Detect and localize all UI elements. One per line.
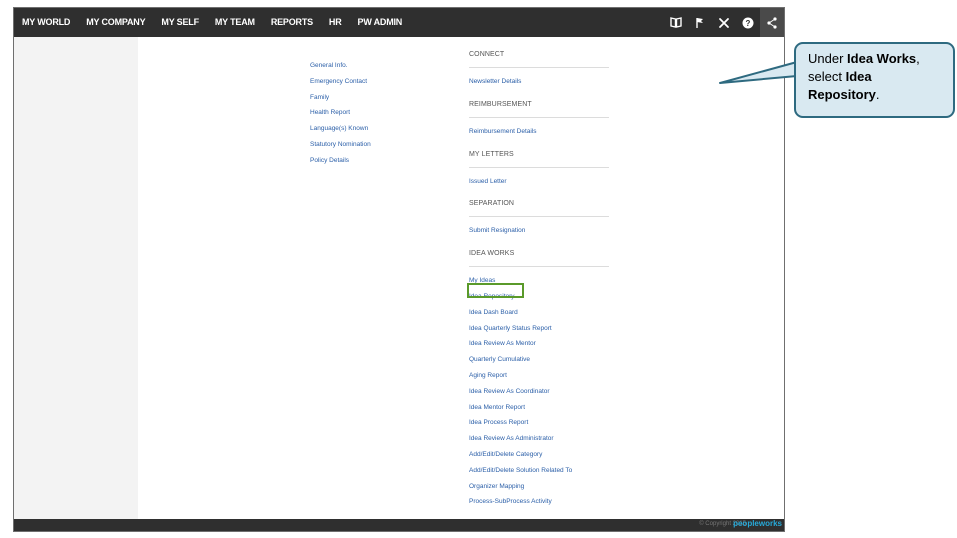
link-idea-quarterly-status-report[interactable]: Idea Quarterly Status Report <box>469 321 611 337</box>
app-window: MY WORLD MY COMPANY MY SELF MY TEAM REPO… <box>13 7 785 532</box>
link-add-edit-delete-category[interactable]: Add/Edit/Delete Category <box>469 447 611 463</box>
nav-reports[interactable]: REPORTS <box>263 8 321 37</box>
link-general-info[interactable]: General Info. <box>310 58 371 74</box>
link-issued-letter[interactable]: Issued Letter <box>469 174 611 190</box>
section-header-idea-works: IDEA WORKS <box>469 243 611 268</box>
link-quarterly-cumulative[interactable]: Quarterly Cumulative <box>469 352 611 368</box>
section-header-my-letters: MY LETTERS <box>469 144 611 168</box>
link-aging-report[interactable]: Aging Report <box>469 368 611 384</box>
link-emergency-contact[interactable]: Emergency Contact <box>310 74 371 90</box>
tools-icon[interactable] <box>712 8 736 37</box>
link-idea-review-as-mentor[interactable]: Idea Review As Mentor <box>469 336 611 352</box>
link-idea-process-report[interactable]: Idea Process Report <box>469 415 611 431</box>
footer-bar: © Copyright 2015 peopleworks <box>14 519 784 531</box>
top-nav-bar: MY WORLD MY COMPANY MY SELF MY TEAM REPO… <box>14 8 784 37</box>
instruction-callout: Under Idea Works, select Idea Repository… <box>794 42 955 118</box>
nav-icon-group: ? <box>664 8 784 37</box>
nav-my-self[interactable]: MY SELF <box>153 8 206 37</box>
link-health-report[interactable]: Health Report <box>310 105 371 121</box>
nav-my-team[interactable]: MY TEAM <box>207 8 263 37</box>
nav-pw-admin[interactable]: PW ADMIN <box>350 8 411 37</box>
link-reimbursement-details[interactable]: Reimbursement Details <box>469 124 611 140</box>
section-header-reimbursement: REIMBURSEMENT <box>469 94 611 118</box>
link-idea-review-as-coordinator[interactable]: Idea Review As Coordinator <box>469 384 611 400</box>
link-statutory-nomination[interactable]: Statutory Nomination <box>310 137 371 153</box>
nav-my-company[interactable]: MY COMPANY <box>78 8 153 37</box>
my-self-menu: General Info. Emergency Contact Family H… <box>310 58 371 169</box>
book-icon[interactable] <box>664 8 688 37</box>
svg-text:?: ? <box>746 19 751 28</box>
nav-menu: MY WORLD MY COMPANY MY SELF MY TEAM REPO… <box>14 8 410 37</box>
section-header-connect: CONNECT <box>469 44 611 68</box>
link-idea-review-as-administrator[interactable]: Idea Review As Administrator <box>469 431 611 447</box>
nav-my-world[interactable]: MY WORLD <box>14 8 78 37</box>
left-panel <box>14 37 138 521</box>
link-languages-known[interactable]: Language(s) Known <box>310 121 371 137</box>
link-newsletter-details[interactable]: Newsletter Details <box>469 74 611 90</box>
link-submit-resignation[interactable]: Submit Resignation <box>469 223 611 239</box>
brand-logo: peopleworks <box>733 519 782 528</box>
link-policy-details[interactable]: Policy Details <box>310 153 371 169</box>
link-idea-mentor-report[interactable]: Idea Mentor Report <box>469 400 611 416</box>
link-process-subprocess-activity[interactable]: Process-SubProcess Activity <box>469 494 611 510</box>
share-icon[interactable] <box>760 8 784 37</box>
link-add-edit-delete-solution[interactable]: Add/Edit/Delete Solution Related To <box>469 463 611 479</box>
link-idea-dash-board[interactable]: Idea Dash Board <box>469 305 611 321</box>
callout-text-3: . <box>875 87 880 102</box>
help-icon[interactable]: ? <box>736 8 760 37</box>
callout-bold-idea-works: Idea Works <box>847 51 917 66</box>
flag-icon[interactable] <box>688 8 712 37</box>
callout-text-1: Under <box>808 51 848 66</box>
idea-repository-highlight-box <box>467 283 524 298</box>
section-header-separation: SEPARATION <box>469 193 611 218</box>
callout-pointer <box>719 61 798 84</box>
link-family[interactable]: Family <box>310 90 371 106</box>
nav-hr[interactable]: HR <box>321 8 350 37</box>
link-organizer-mapping[interactable]: Organizer Mapping <box>469 479 611 495</box>
